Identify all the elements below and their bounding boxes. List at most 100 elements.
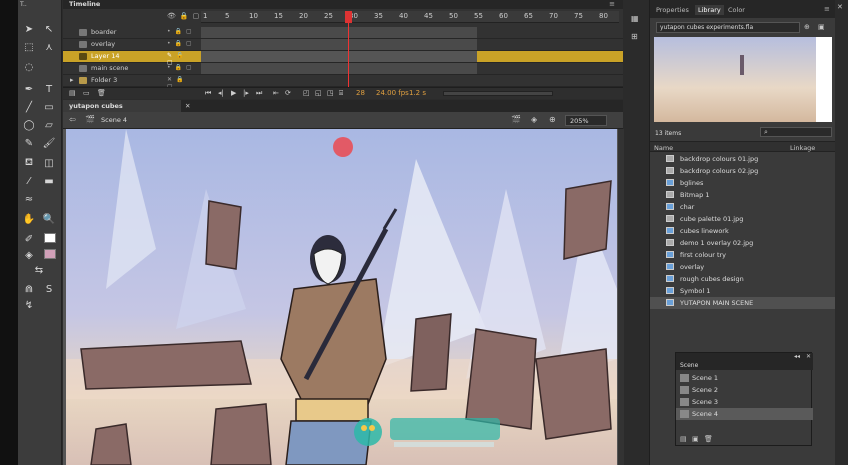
free-transform-tool-icon[interactable]: ⬚ [22,40,36,54]
fill-color-icon[interactable]: ◈ [22,248,36,262]
layer-state-dots[interactable]: ✎🔒▢ [167,52,197,66]
column-linkage[interactable]: Linkage [790,144,815,152]
align-panel-icon[interactable]: ▦ [631,14,639,23]
library-document-select[interactable]: yutapon cubes experiments.fla [656,22,800,33]
expand-arrow-icon[interactable]: ▸ [70,76,74,84]
library-item[interactable]: rough cubes design [650,273,836,285]
subselection-tool-icon[interactable]: ↖ [42,22,56,36]
new-layer-icon[interactable]: ▤ [69,89,76,97]
layer-frames[interactable] [201,51,477,62]
back-arrow-icon[interactable]: ⇦ [69,115,76,124]
lasso-tool-icon[interactable]: ◌ [22,60,36,74]
delete-scene-icon[interactable]: 🗑 [704,435,713,443]
layer-row-boarder[interactable]: boarder •🔒▢ [63,27,623,39]
width-tool-icon[interactable]: ≈ [22,192,36,206]
layer-state-dots[interactable]: •🔒▢ [167,40,197,49]
layer-row-overlay[interactable]: overlay •🔒▢ [63,39,623,51]
line-tool-icon[interactable]: ╱ [22,100,36,114]
edit-scene-icon[interactable]: 🎬 [511,115,521,124]
center-stage-icon[interactable]: ⊕ [549,115,556,124]
center-frame-icon[interactable]: ⇤ [273,89,279,97]
timeline-ruler[interactable]: 1 5 10 15 20 25 30 35 40 45 50 55 60 65 … [201,11,619,23]
library-item[interactable]: Bitmap 1 [650,189,836,201]
library-item[interactable]: bglines [650,177,836,189]
layer-frames[interactable] [201,27,477,38]
library-item[interactable]: demo 1 overlay 02.jpg [650,237,836,249]
smooth-icon[interactable]: S [42,282,56,296]
eraser-tool-icon[interactable]: ▬ [42,174,56,188]
onion-outlines-icon[interactable]: ◱ [315,89,322,97]
close-tab-icon[interactable]: ✕ [185,102,190,110]
layer-row-main-scene[interactable]: main scene •🔒▢ [63,63,623,75]
library-item[interactable]: overlay [650,261,836,273]
current-frame[interactable]: 28 [356,89,365,97]
library-item[interactable]: first colour try [650,249,836,261]
swap-colors-icon[interactable]: ⇆ [32,263,46,277]
next-frame-icon[interactable]: |▸ [243,89,249,97]
panel-menu-icon[interactable]: ≡ [824,5,830,13]
library-item[interactable]: Symbol 1 [650,285,836,297]
tab-properties[interactable]: Properties [656,6,689,14]
layer-frames[interactable] [201,39,477,50]
polystar-tool-icon[interactable]: ▱ [42,118,56,132]
library-item[interactable]: char [650,201,836,213]
modify-markers-icon[interactable]: ⌸ [339,89,343,98]
eyedropper-tool-icon[interactable]: ⁄ [22,174,36,188]
library-item[interactable]: cubes linework [650,225,836,237]
library-search-input[interactable]: ⌕ [760,127,832,137]
scene-item[interactable]: Scene 2 [676,384,813,396]
zoom-select[interactable]: 205% [565,115,607,126]
library-item-selected[interactable]: YUTAPON MAIN SCENE [650,297,836,309]
snap-to-objects-icon[interactable]: ⋒ [22,282,36,296]
frame-rate[interactable]: 24.00 fps [376,89,409,97]
duplicate-scene-icon[interactable]: ▣ [692,435,699,443]
stage-area[interactable] [63,129,623,465]
stroke-color-icon[interactable]: ✐ [22,232,36,246]
scene-item-selected[interactable]: Scene 4 [676,408,813,420]
oval-tool-icon[interactable]: ◯ [22,118,36,132]
play-icon[interactable]: ▶ [231,89,236,97]
pen-tool-icon[interactable]: ✒ [22,82,36,96]
paint-bucket-tool-icon[interactable]: ⛾ [22,156,36,170]
panel-menu-icon[interactable]: ≡ [609,0,615,8]
layer-row-folder-3[interactable]: ▸ Folder 3 ✕🔒▢ [63,75,623,90]
stage-canvas[interactable] [66,129,617,465]
loop-icon[interactable]: ⟳ [285,89,291,97]
new-library-panel-icon[interactable]: ▣ [818,23,825,31]
stroke-color-swatch[interactable] [44,233,56,243]
playhead-marker[interactable] [345,11,352,23]
scene-item[interactable]: Scene 3 [676,396,813,408]
edit-multiple-frames-icon[interactable]: ◳ [327,89,334,97]
bone-tool-icon[interactable]: ⋏ [42,40,56,54]
window-close-icon[interactable]: ✕ [837,3,843,11]
rectangle-tool-icon[interactable]: ▭ [42,100,56,114]
delete-layer-icon[interactable]: 🗑 [97,89,106,97]
layer-column-icons[interactable]: 👁🔒▢ [167,12,203,20]
prev-frame-icon[interactable]: ◂| [218,89,224,97]
straighten-icon[interactable]: ↯ [22,298,36,312]
fill-color-swatch[interactable] [44,249,56,259]
selection-tool-icon[interactable]: ➤ [22,22,36,36]
last-frame-icon[interactable]: ⏭ [256,89,262,98]
timeline-scrollbar[interactable] [443,91,553,96]
column-name[interactable]: Name [654,144,673,152]
info-panel-icon[interactable]: ⊞ [631,32,638,41]
ink-bottle-tool-icon[interactable]: ◫ [42,156,56,170]
tab-library[interactable]: Library [695,5,724,15]
hand-tool-icon[interactable]: ✋ [22,212,36,226]
zoom-tool-icon[interactable]: 🔍 [42,212,56,226]
stage-vertical-scrollbar[interactable] [618,129,624,465]
scene-item[interactable]: Scene 1 [676,372,813,384]
layer-frames[interactable] [201,63,477,74]
close-panel-icon[interactable]: ✕ [806,353,811,360]
library-item[interactable]: cube palette 01.jpg [650,213,836,225]
first-frame-icon[interactable]: ⏮ [205,89,211,98]
document-tab[interactable]: yutapon cubes experiments.fla* [63,100,181,122]
layer-state-dots[interactable]: •🔒▢ [167,28,197,37]
layer-state-dots[interactable]: ✕🔒▢ [167,76,197,90]
library-item[interactable]: backdrop colours 02.jpg [650,165,836,177]
add-scene-icon[interactable]: ▤ [680,435,687,443]
text-tool-icon[interactable]: T [42,82,56,96]
layer-state-dots[interactable]: •🔒▢ [167,64,197,73]
edit-symbols-icon[interactable]: ◈ [531,115,537,124]
